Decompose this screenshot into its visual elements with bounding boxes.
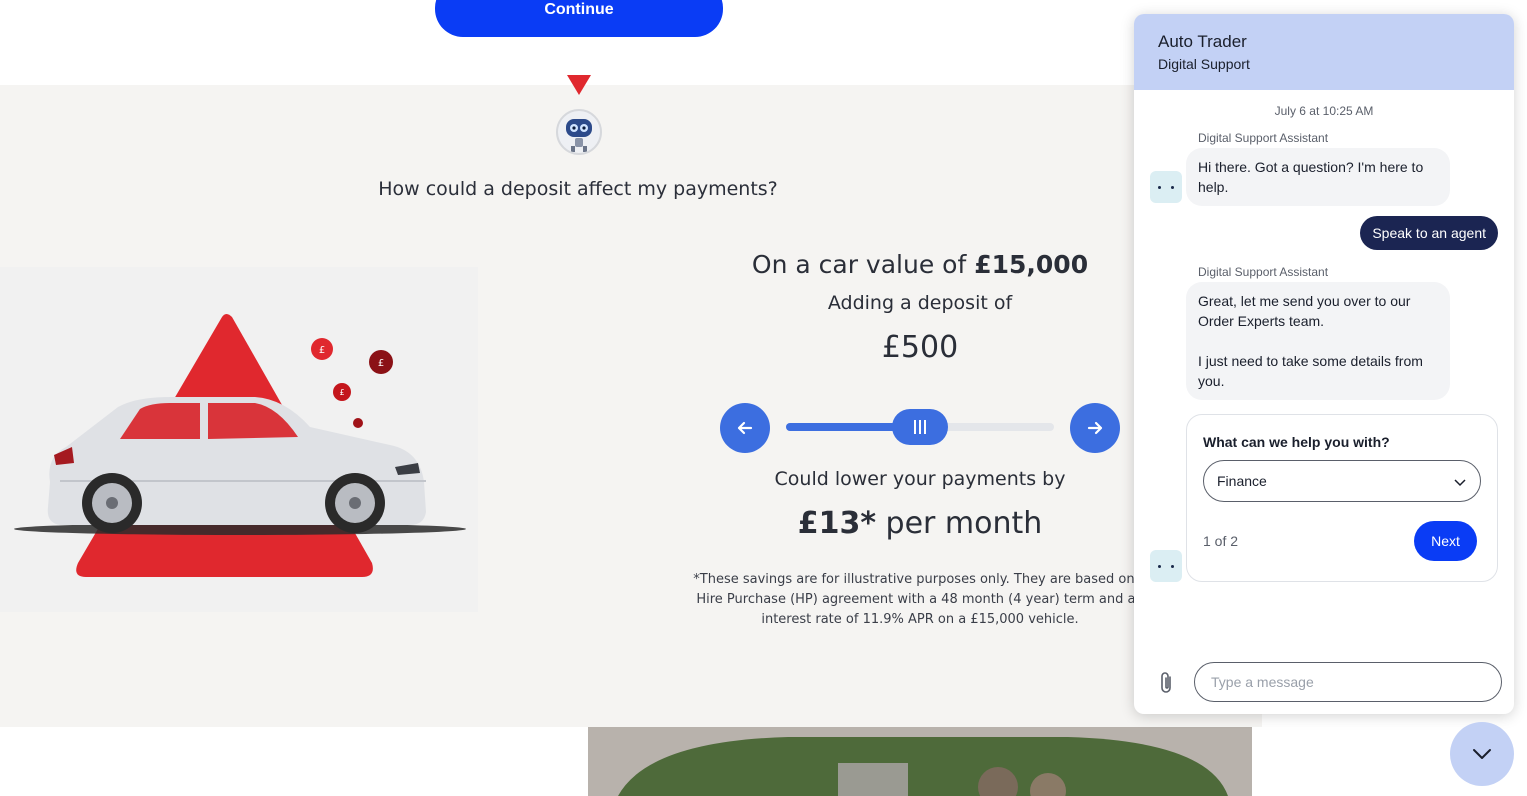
pointer-icon bbox=[567, 75, 591, 95]
disclaimer-text: *These savings are for illustrative purp… bbox=[693, 572, 1147, 627]
car-value-text: On a car value of £15,000 bbox=[690, 250, 1150, 279]
svg-text:£: £ bbox=[339, 388, 344, 397]
message-sender: Digital Support Assistant bbox=[1198, 265, 1329, 279]
arrow-right-icon bbox=[1087, 421, 1103, 435]
bot-avatar-icon bbox=[1150, 171, 1182, 203]
chat-header: Auto Trader Digital Support bbox=[1134, 14, 1514, 90]
saving-label: Could lower your payments by bbox=[774, 468, 1066, 490]
bot-avatar-icon bbox=[1150, 550, 1182, 582]
continue-button[interactable]: Continue bbox=[435, 0, 723, 37]
help-form-card: What can we help you with? Finance 1 of … bbox=[1186, 414, 1498, 582]
deposit-slider-handle[interactable] bbox=[892, 409, 948, 445]
section-question: How could a deposit affect my payments? bbox=[378, 178, 778, 200]
saving-amount: £13* per month bbox=[690, 506, 1150, 541]
form-question: What can we help you with? bbox=[1203, 434, 1390, 450]
bot-message: Great, let me send you over to our Order… bbox=[1186, 282, 1450, 400]
saving-suffix: per month bbox=[876, 506, 1043, 541]
next-button[interactable]: Next bbox=[1414, 521, 1477, 561]
chevron-down-icon bbox=[1473, 749, 1491, 759]
message-input[interactable] bbox=[1194, 662, 1502, 702]
arrow-left-icon bbox=[737, 421, 753, 435]
car-illustration: £ £ £ bbox=[0, 267, 478, 612]
deposit-amount: £500 bbox=[881, 330, 959, 365]
saving-value: £13* bbox=[797, 506, 877, 541]
car-value-prefix: On a car value of bbox=[751, 250, 975, 279]
form-step-indicator: 1 of 2 bbox=[1203, 533, 1239, 549]
svg-text:£: £ bbox=[319, 345, 325, 356]
chat-widget: Auto Trader Digital Support July 6 at 10… bbox=[1134, 14, 1514, 714]
help-topic-select[interactable]: Finance bbox=[1203, 460, 1481, 502]
svg-text:£: £ bbox=[378, 358, 384, 369]
deposit-label: Adding a deposit of bbox=[827, 292, 1013, 314]
chat-title: Auto Trader bbox=[1158, 32, 1247, 51]
robot-avatar-icon bbox=[556, 109, 602, 155]
chat-subtitle: Digital Support bbox=[1158, 56, 1250, 72]
select-value: Finance bbox=[1217, 473, 1267, 489]
bot-message: Hi there. Got a question? I'm here to he… bbox=[1186, 148, 1450, 206]
message-sender: Digital Support Assistant bbox=[1198, 131, 1329, 145]
chat-minimize-button[interactable] bbox=[1450, 722, 1514, 786]
user-message: Speak to an agent bbox=[1360, 216, 1498, 250]
lifestyle-photo bbox=[588, 727, 1252, 796]
attach-icon[interactable] bbox=[1156, 670, 1176, 700]
decrease-deposit-button[interactable] bbox=[720, 403, 770, 453]
chevron-down-icon bbox=[1454, 479, 1466, 487]
chat-timestamp: July 6 at 10:25 AM bbox=[1274, 104, 1374, 118]
car-value-amount: £15,000 bbox=[974, 250, 1089, 279]
increase-deposit-button[interactable] bbox=[1070, 403, 1120, 453]
